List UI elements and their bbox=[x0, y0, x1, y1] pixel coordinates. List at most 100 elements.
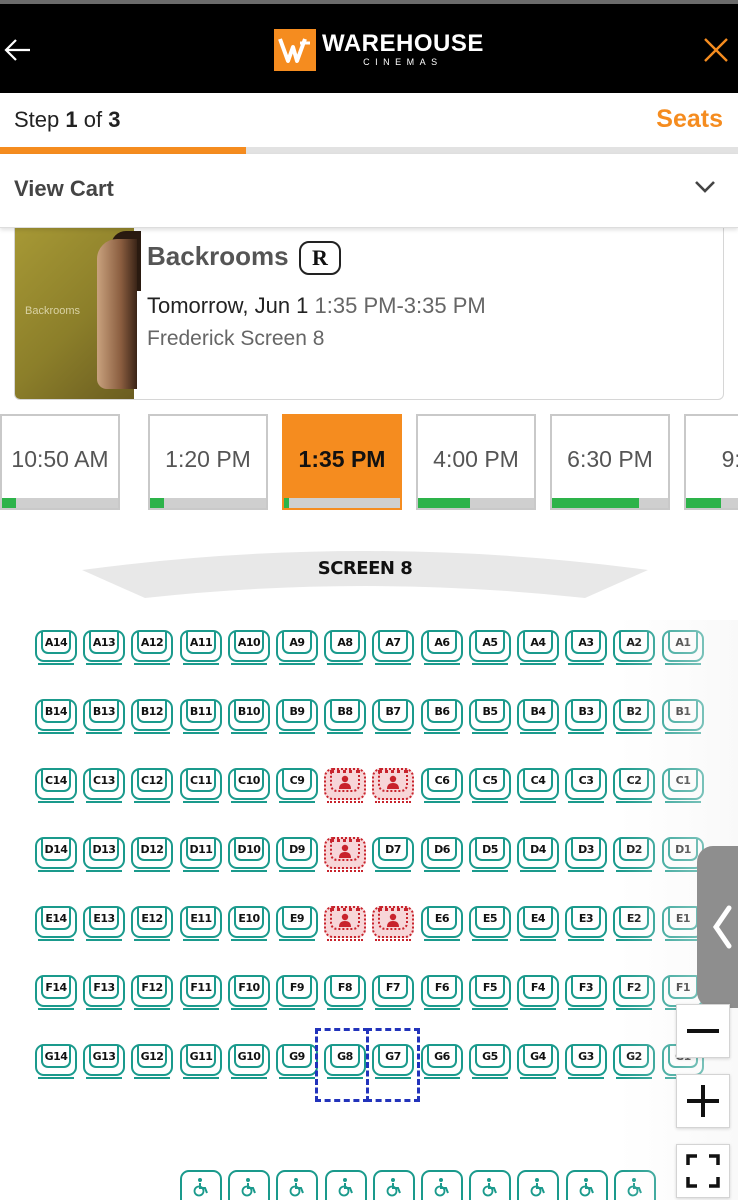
seat[interactable]: B2 bbox=[613, 696, 655, 736]
seat[interactable]: F13 bbox=[83, 972, 125, 1012]
close-button[interactable] bbox=[694, 28, 738, 72]
seat[interactable]: A1 bbox=[662, 627, 704, 667]
seat[interactable]: C6 bbox=[421, 765, 463, 805]
seat[interactable]: B10 bbox=[228, 696, 270, 736]
seat[interactable]: D13 bbox=[83, 834, 125, 874]
seat[interactable]: B4 bbox=[517, 696, 559, 736]
seat[interactable]: C14 bbox=[35, 765, 77, 805]
seat[interactable]: D12 bbox=[131, 834, 173, 874]
view-cart-toggle[interactable]: View Cart bbox=[0, 154, 738, 228]
seat[interactable]: B11 bbox=[180, 696, 222, 736]
seat[interactable]: D9 bbox=[276, 834, 318, 874]
seat[interactable]: E9 bbox=[276, 903, 318, 943]
seat[interactable]: B7 bbox=[372, 696, 414, 736]
seat[interactable]: A3 bbox=[565, 627, 607, 667]
wheelchair-seat[interactable] bbox=[373, 1170, 415, 1200]
seat[interactable]: E2 bbox=[613, 903, 655, 943]
seat[interactable]: D2 bbox=[613, 834, 655, 874]
seat[interactable]: D7 bbox=[372, 834, 414, 874]
seat[interactable]: G3 bbox=[565, 1041, 607, 1081]
wheelchair-seat[interactable] bbox=[469, 1170, 511, 1200]
seat[interactable]: C9 bbox=[276, 765, 318, 805]
seat[interactable]: D6 bbox=[421, 834, 463, 874]
seat[interactable]: E12 bbox=[131, 903, 173, 943]
seat[interactable]: G4 bbox=[517, 1041, 559, 1081]
showtime-0[interactable]: 10:50 AM bbox=[0, 414, 120, 510]
seat[interactable]: F3 bbox=[565, 972, 607, 1012]
seat[interactable]: F10 bbox=[228, 972, 270, 1012]
showtime-4[interactable]: 6:30 PM bbox=[550, 414, 670, 510]
seat[interactable]: B13 bbox=[83, 696, 125, 736]
seat[interactable]: D14 bbox=[35, 834, 77, 874]
showtime-1[interactable]: 1:20 PM bbox=[148, 414, 268, 510]
seat[interactable]: E6 bbox=[421, 903, 463, 943]
seat[interactable]: F8 bbox=[324, 972, 366, 1012]
seat[interactable]: D3 bbox=[565, 834, 607, 874]
seat[interactable]: E3 bbox=[565, 903, 607, 943]
seat[interactable]: G2 bbox=[613, 1041, 655, 1081]
seat[interactable]: A9 bbox=[276, 627, 318, 667]
back-button[interactable] bbox=[0, 28, 34, 72]
wheelchair-seat[interactable] bbox=[517, 1170, 559, 1200]
seat[interactable]: C10 bbox=[228, 765, 270, 805]
wheelchair-seat[interactable] bbox=[421, 1170, 463, 1200]
seat[interactable]: A6 bbox=[421, 627, 463, 667]
seat[interactable]: G11 bbox=[180, 1041, 222, 1081]
seat[interactable]: F2 bbox=[613, 972, 655, 1012]
seat[interactable]: A5 bbox=[469, 627, 511, 667]
seat[interactable]: G5 bbox=[469, 1041, 511, 1081]
seat[interactable]: D10 bbox=[228, 834, 270, 874]
seat[interactable]: G6 bbox=[421, 1041, 463, 1081]
side-panel-toggle[interactable] bbox=[697, 846, 738, 1008]
zoom-in-button[interactable] bbox=[676, 1074, 730, 1128]
seat[interactable]: C4 bbox=[517, 765, 559, 805]
seat[interactable]: C2 bbox=[613, 765, 655, 805]
seat[interactable]: G12 bbox=[131, 1041, 173, 1081]
seat[interactable]: B5 bbox=[469, 696, 511, 736]
seat[interactable]: B6 bbox=[421, 696, 463, 736]
wheelchair-seat[interactable] bbox=[566, 1170, 608, 1200]
seat[interactable]: G9 bbox=[276, 1041, 318, 1081]
seat[interactable]: A11 bbox=[180, 627, 222, 667]
seat[interactable]: C1 bbox=[662, 765, 704, 805]
seat[interactable]: C12 bbox=[131, 765, 173, 805]
seat[interactable]: F7 bbox=[372, 972, 414, 1012]
seat[interactable]: F4 bbox=[517, 972, 559, 1012]
wheelchair-seat[interactable] bbox=[180, 1170, 222, 1200]
showtime-5[interactable]: 9:00 bbox=[684, 414, 738, 510]
seat[interactable]: B9 bbox=[276, 696, 318, 736]
seat[interactable]: B14 bbox=[35, 696, 77, 736]
seat[interactable]: A13 bbox=[83, 627, 125, 667]
seat[interactable]: B3 bbox=[565, 696, 607, 736]
seat[interactable]: F6 bbox=[421, 972, 463, 1012]
seat[interactable]: E11 bbox=[180, 903, 222, 943]
seat[interactable]: G13 bbox=[83, 1041, 125, 1081]
wheelchair-seat[interactable] bbox=[228, 1170, 270, 1200]
seat[interactable]: A2 bbox=[613, 627, 655, 667]
seat[interactable]: C13 bbox=[83, 765, 125, 805]
seat[interactable]: D4 bbox=[517, 834, 559, 874]
seat[interactable]: A10 bbox=[228, 627, 270, 667]
seat[interactable]: F5 bbox=[469, 972, 511, 1012]
seat[interactable]: C11 bbox=[180, 765, 222, 805]
seat[interactable]: F9 bbox=[276, 972, 318, 1012]
seat[interactable]: G14 bbox=[35, 1041, 77, 1081]
seat[interactable]: D5 bbox=[469, 834, 511, 874]
seat[interactable]: E5 bbox=[469, 903, 511, 943]
seat[interactable]: A12 bbox=[131, 627, 173, 667]
seat[interactable]: B1 bbox=[662, 696, 704, 736]
seat[interactable]: F12 bbox=[131, 972, 173, 1012]
fullscreen-button[interactable] bbox=[676, 1144, 730, 1198]
wheelchair-seat[interactable] bbox=[614, 1170, 656, 1200]
seat[interactable]: A8 bbox=[324, 627, 366, 667]
showtime-2[interactable]: 1:35 PM bbox=[282, 414, 402, 510]
wheelchair-seat[interactable] bbox=[276, 1170, 318, 1200]
seat[interactable]: B12 bbox=[131, 696, 173, 736]
seat[interactable]: E13 bbox=[83, 903, 125, 943]
seat[interactable]: D11 bbox=[180, 834, 222, 874]
seat[interactable]: G10 bbox=[228, 1041, 270, 1081]
seat[interactable]: B8 bbox=[324, 696, 366, 736]
seat[interactable]: A4 bbox=[517, 627, 559, 667]
seat[interactable]: A7 bbox=[372, 627, 414, 667]
showtime-3[interactable]: 4:00 PM bbox=[416, 414, 536, 510]
